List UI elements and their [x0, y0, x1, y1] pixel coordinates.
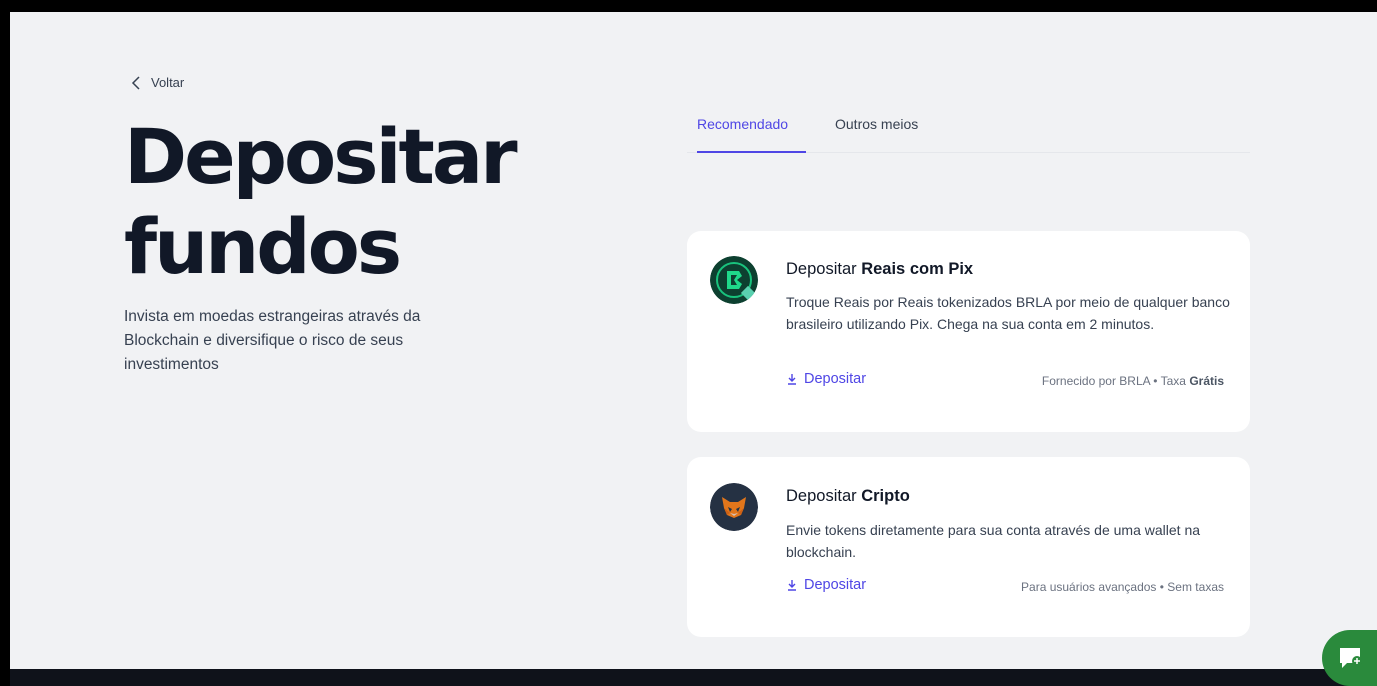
deposit-crypto-card: Depositar Cripto Envie tokens diretament…: [687, 457, 1250, 637]
card-title-bold: Cripto: [861, 487, 910, 505]
card-meta: Para usuários avançados • Sem taxas: [1021, 580, 1224, 594]
back-link[interactable]: Voltar: [131, 75, 184, 90]
deposit-label: Depositar: [804, 577, 867, 593]
footer-bar: [10, 669, 1377, 686]
download-icon: [788, 374, 796, 385]
card-meta-prefix: Fornecido por BRLA • Taxa: [1041, 374, 1190, 388]
page-title: Depositar fundos: [124, 112, 564, 292]
card-title-prefix: Depositar: [786, 487, 862, 505]
deposit-crypto-button[interactable]: Depositar: [786, 577, 866, 593]
card-description: Troque Reais por Reais tokenizados BRLA …: [786, 294, 1230, 332]
brla-pix-icon: [710, 256, 758, 304]
card-description: Envie tokens diretamente para sua conta …: [786, 522, 1201, 560]
tab-recomendado[interactable]: Recomendado: [697, 113, 806, 153]
card-meta-bold: Grátis: [1189, 374, 1224, 388]
back-label: Voltar: [151, 75, 185, 90]
page-title-line1: Depositar: [124, 112, 518, 201]
page-subtitle: Invista em moedas estrangeiras através d…: [124, 308, 421, 373]
deposit-pix-card: Depositar Reais com Pix Troque Reais por…: [687, 231, 1250, 432]
card-title: Depositar Reais com Pix: [786, 260, 973, 279]
card-title: Depositar Cripto: [786, 487, 910, 506]
deposit-pix-button[interactable]: Depositar: [786, 371, 866, 387]
download-icon: [788, 580, 796, 591]
card-title-prefix: Depositar: [786, 260, 862, 278]
tab-outros-meios[interactable]: Outros meios: [835, 113, 918, 153]
tab-bar: Recomendado Outros meios: [687, 113, 1250, 153]
card-title-bold: Reais com Pix: [861, 260, 974, 278]
chevron-left-icon: [131, 75, 140, 90]
page-title-line2: fundos: [124, 202, 402, 291]
chat-button[interactable]: [1322, 630, 1377, 686]
chat-icon: [1339, 648, 1362, 668]
card-meta: Fornecido por BRLA • Taxa Grátis: [1042, 374, 1224, 388]
metamask-fox-icon: [710, 483, 758, 531]
card-meta-prefix: Para usuários avançados • Sem taxas: [1021, 580, 1224, 594]
deposit-label: Depositar: [804, 371, 867, 387]
